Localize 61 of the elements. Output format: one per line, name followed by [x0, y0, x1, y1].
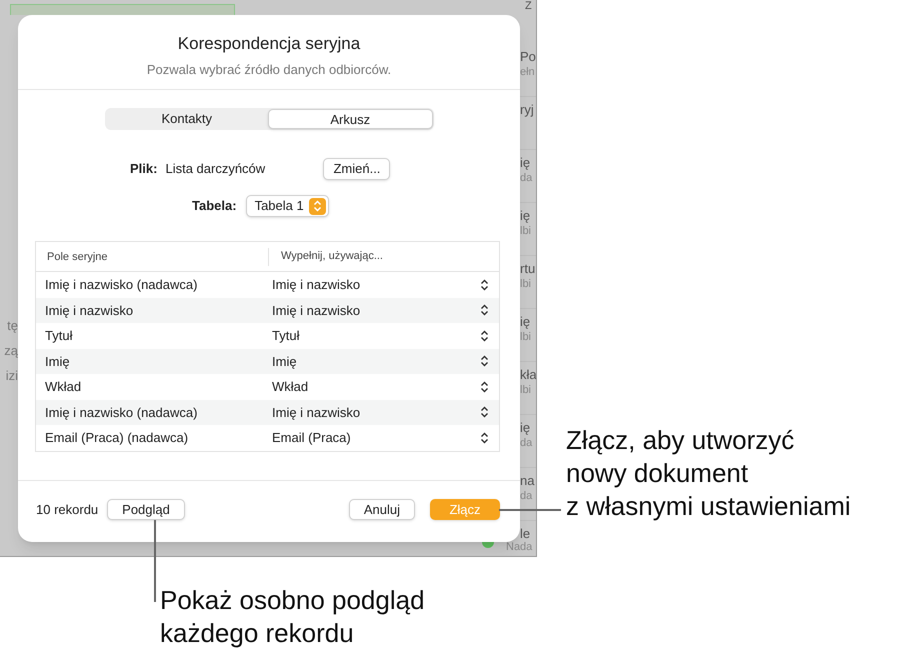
- chevrons-icon: [480, 380, 489, 393]
- text-fragment: zą: [4, 343, 18, 359]
- field-popup[interactable]: Imię i nazwisko: [272, 275, 499, 294]
- list-item-title[interactable]: rtu: [520, 260, 536, 277]
- text-fragment: izi: [6, 368, 18, 384]
- text-fragment: tę: [7, 318, 18, 334]
- chevrons-icon: [480, 406, 489, 418]
- table-cell-text: Imię i nazwisko (nadawca): [44, 404, 198, 422]
- list-item-subtitle: ełn: [520, 65, 536, 80]
- table-cell-text: Imię i nazwisko (nadawca): [44, 276, 198, 294]
- segment-tab[interactable]: Kontakty: [106, 109, 268, 129]
- leader-line: [499, 509, 561, 511]
- segment-tab[interactable]: Arkusz: [268, 109, 432, 129]
- dialog-button[interactable]: Anuluj: [348, 499, 415, 520]
- table-cell-text: Imię: [44, 352, 71, 371]
- list-item-subtitle: da: [520, 436, 534, 451]
- dialog-title: Korespondencja seryjna: [178, 34, 360, 54]
- chevrons-icon: [480, 278, 489, 291]
- column-header[interactable]: Pole seryjne: [36, 248, 269, 266]
- list-item-title[interactable]: ię: [520, 154, 536, 171]
- list-item-title[interactable]: ię: [520, 419, 536, 436]
- column-header[interactable]: Wypełnij, używając...: [269, 248, 383, 265]
- chevrons-icon: [308, 198, 326, 214]
- list-item-subtitle: lbi: [520, 224, 532, 239]
- list-item-title[interactable]: ię: [520, 207, 536, 224]
- table-cell-text: Wkład: [44, 378, 82, 396]
- corner-text: Z: [525, 0, 532, 12]
- file-name: Lista darczyńców: [165, 160, 266, 178]
- chevrons-icon: [480, 432, 489, 444]
- record-count: 10 rekordu: [36, 500, 98, 519]
- dialog-button[interactable]: Podgląd: [107, 499, 185, 520]
- callout-text: Złącz, aby utworzyć nowy dokument z własnymi ustawieniami: [566, 424, 852, 523]
- list-item-title[interactable]: le: [520, 525, 536, 542]
- table-cell-text: Tytuł: [44, 327, 74, 345]
- list-item-subtitle: lbi: [520, 383, 532, 398]
- table-cell-text: Email (Praca) (nadawca): [44, 429, 190, 447]
- list-item-title[interactable]: ię: [520, 313, 536, 330]
- field-popup[interactable]: Tytuł: [272, 326, 499, 346]
- dialog-subtitle: Pozwala wybrać źródło danych odbiorców.: [146, 62, 392, 78]
- field-popup[interactable]: Imię i nazwisko: [272, 402, 499, 422]
- chevrons-icon: [480, 330, 489, 342]
- field-popup[interactable]: Email (Praca): [272, 428, 499, 448]
- list-item-subtitle: lbi: [520, 277, 532, 292]
- list-item-subtitle: Nada: [506, 540, 532, 555]
- field-popup[interactable]: Imię i nazwisko: [272, 300, 499, 320]
- field-label: Plik:: [130, 160, 158, 178]
- field-label: Tabela:: [192, 197, 237, 216]
- table-cell-text: Imię i nazwisko: [44, 302, 134, 320]
- list-item-title[interactable]: Po: [520, 48, 536, 65]
- chevrons-icon: [480, 355, 489, 368]
- field-popup[interactable]: Imię: [272, 352, 499, 371]
- chevrons-icon: [480, 304, 489, 316]
- callout-text: Pokaż osobno podgląd każdego rekordu: [160, 584, 426, 650]
- list-item-subtitle: da: [520, 489, 534, 504]
- list-item-title[interactable]: na: [520, 472, 536, 489]
- list-item-title[interactable]: ryj: [520, 101, 536, 118]
- change-button[interactable]: Zmień...: [323, 158, 390, 180]
- field-popup[interactable]: Wkład: [272, 377, 499, 396]
- list-item-subtitle: lbi: [520, 330, 532, 345]
- list-item-subtitle: da: [520, 171, 534, 186]
- table-popup[interactable]: Tabela 1: [246, 195, 329, 217]
